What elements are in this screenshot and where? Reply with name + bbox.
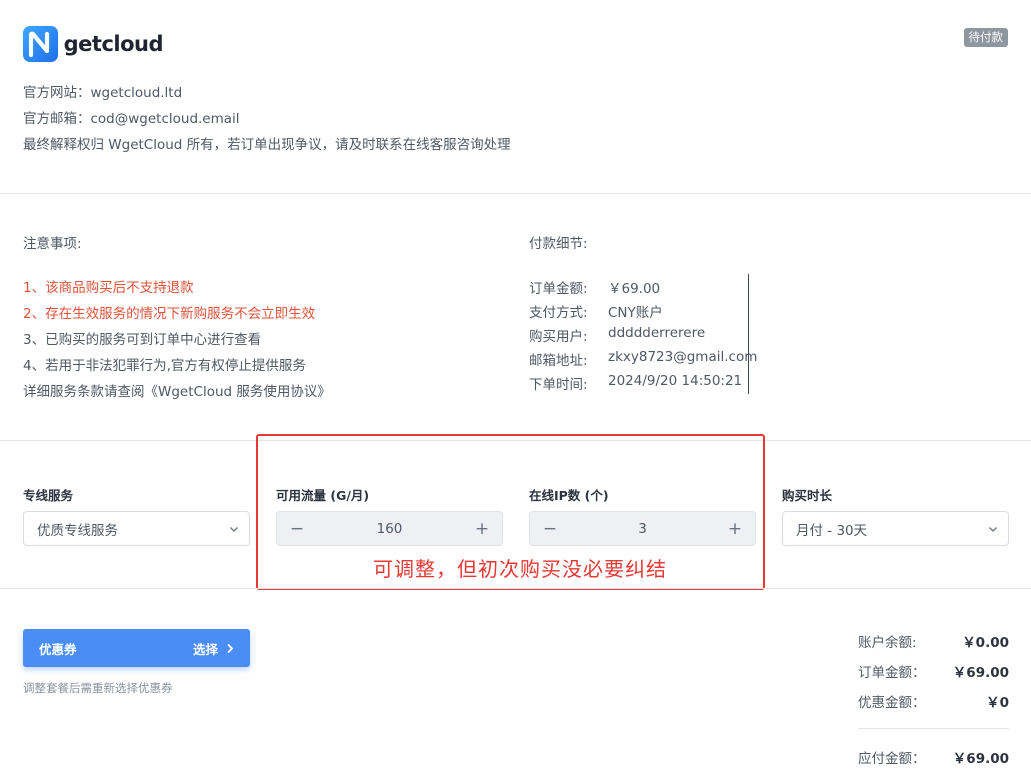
duration-value: 月付 - 30天 (796, 522, 868, 539)
disclaimer-line: 最终解释权归 WgetCloud 所有，若订单出现争议，请及时联系在线客服咨询处… (23, 137, 511, 153)
payment-row-user: 购买用户: ddddderrerere (529, 325, 705, 345)
payment-title: 付款细节: (529, 236, 588, 252)
line-service-select[interactable]: 优质专线服务 (23, 511, 250, 546)
payment-value: 2024/9/20 14:50:21 (608, 373, 743, 389)
payment-value: ddddderrerere (608, 325, 706, 341)
coupon-action-label: 选择 (192, 641, 218, 657)
line-service-value: 优质专线服务 (37, 522, 118, 539)
logo-text: getcloud (63, 32, 164, 56)
divider (0, 193, 1031, 194)
chevron-down-icon (230, 526, 238, 532)
brand-logo: getcloud (23, 25, 164, 63)
payment-row-time: 下单时间: 2024/9/20 14:50:21 (529, 373, 742, 393)
payment-label: 下单时间: (529, 377, 588, 393)
total-value: ￥0.00 (962, 635, 1009, 651)
coupon-action: 选择 (193, 639, 234, 658)
payment-row-method: 支付方式: CNY账户 (529, 301, 663, 321)
payment-label: 订单金额: (529, 281, 588, 297)
payment-value: zkxy8723@gmail.com (608, 349, 758, 365)
duration-select[interactable]: 月付 - 30天 (782, 511, 1009, 546)
total-row-discount: 优惠金额： ￥0 (858, 691, 1009, 711)
payment-value: ￥69.00 (608, 281, 661, 297)
notice-item: 2、存在生效服务的情况下新购服务不会立即生效 (23, 306, 316, 322)
coupon-label: 优惠券 (39, 641, 77, 657)
text-cursor (748, 274, 749, 394)
total-value: ￥69.00 (952, 665, 1009, 681)
status-badge: 待付款 (963, 28, 1008, 47)
total-row-order: 订单金额： ￥69.00 (858, 661, 1009, 681)
annotation-text: 可调整，但初次购买没必要纠结 (373, 557, 667, 581)
notices-title: 注意事项: (23, 236, 82, 252)
divider (858, 728, 1009, 729)
total-row-payable: 应付金额： ￥69.00 (858, 747, 1009, 767)
logo-mark-icon (23, 26, 58, 62)
total-value: ￥69.00 (952, 751, 1009, 767)
terms-link[interactable]: 详细服务条款请查阅《WgetCloud 服务使用协议》 (23, 380, 331, 400)
coupon-hint: 调整套餐后需重新选择优惠券 (23, 681, 173, 695)
payment-row-email: 邮箱地址: zkxy8723@gmail.com (529, 349, 757, 369)
payment-label: 支付方式: (529, 305, 588, 321)
payment-label: 邮箱地址: (529, 353, 588, 369)
website-line: 官方网站：wgetcloud.ltd (23, 85, 183, 101)
payment-row-amount: 订单金额: ￥69.00 (529, 277, 660, 297)
line-service-label: 专线服务 (23, 488, 74, 503)
notice-item: 1、该商品购买后不支持退款 (23, 280, 194, 296)
chevron-right-icon (227, 643, 234, 653)
total-row-balance: 账户余额: ￥0.00 (858, 631, 1009, 651)
chevron-down-icon (989, 526, 997, 532)
divider (0, 588, 1031, 589)
email-line: 官方邮箱：cod@wgetcloud.email (23, 111, 240, 127)
total-label: 优惠金额： (858, 695, 926, 711)
payment-value: CNY账户 (608, 305, 663, 321)
coupon-button[interactable]: 优惠券 选择 (23, 629, 250, 667)
total-value: ￥0 (986, 695, 1009, 711)
notice-item: 3、已购买的服务可到订单中心进行查看 (23, 332, 262, 348)
total-label: 账户余额: (858, 635, 917, 651)
total-label: 应付金额： (858, 751, 926, 767)
total-label: 订单金额： (858, 665, 926, 681)
payment-label: 购买用户: (529, 329, 588, 345)
notice-item: 4、若用于非法犯罪行为,官方有权停止提供服务 (23, 358, 306, 374)
duration-label: 购买时长 (782, 488, 833, 503)
